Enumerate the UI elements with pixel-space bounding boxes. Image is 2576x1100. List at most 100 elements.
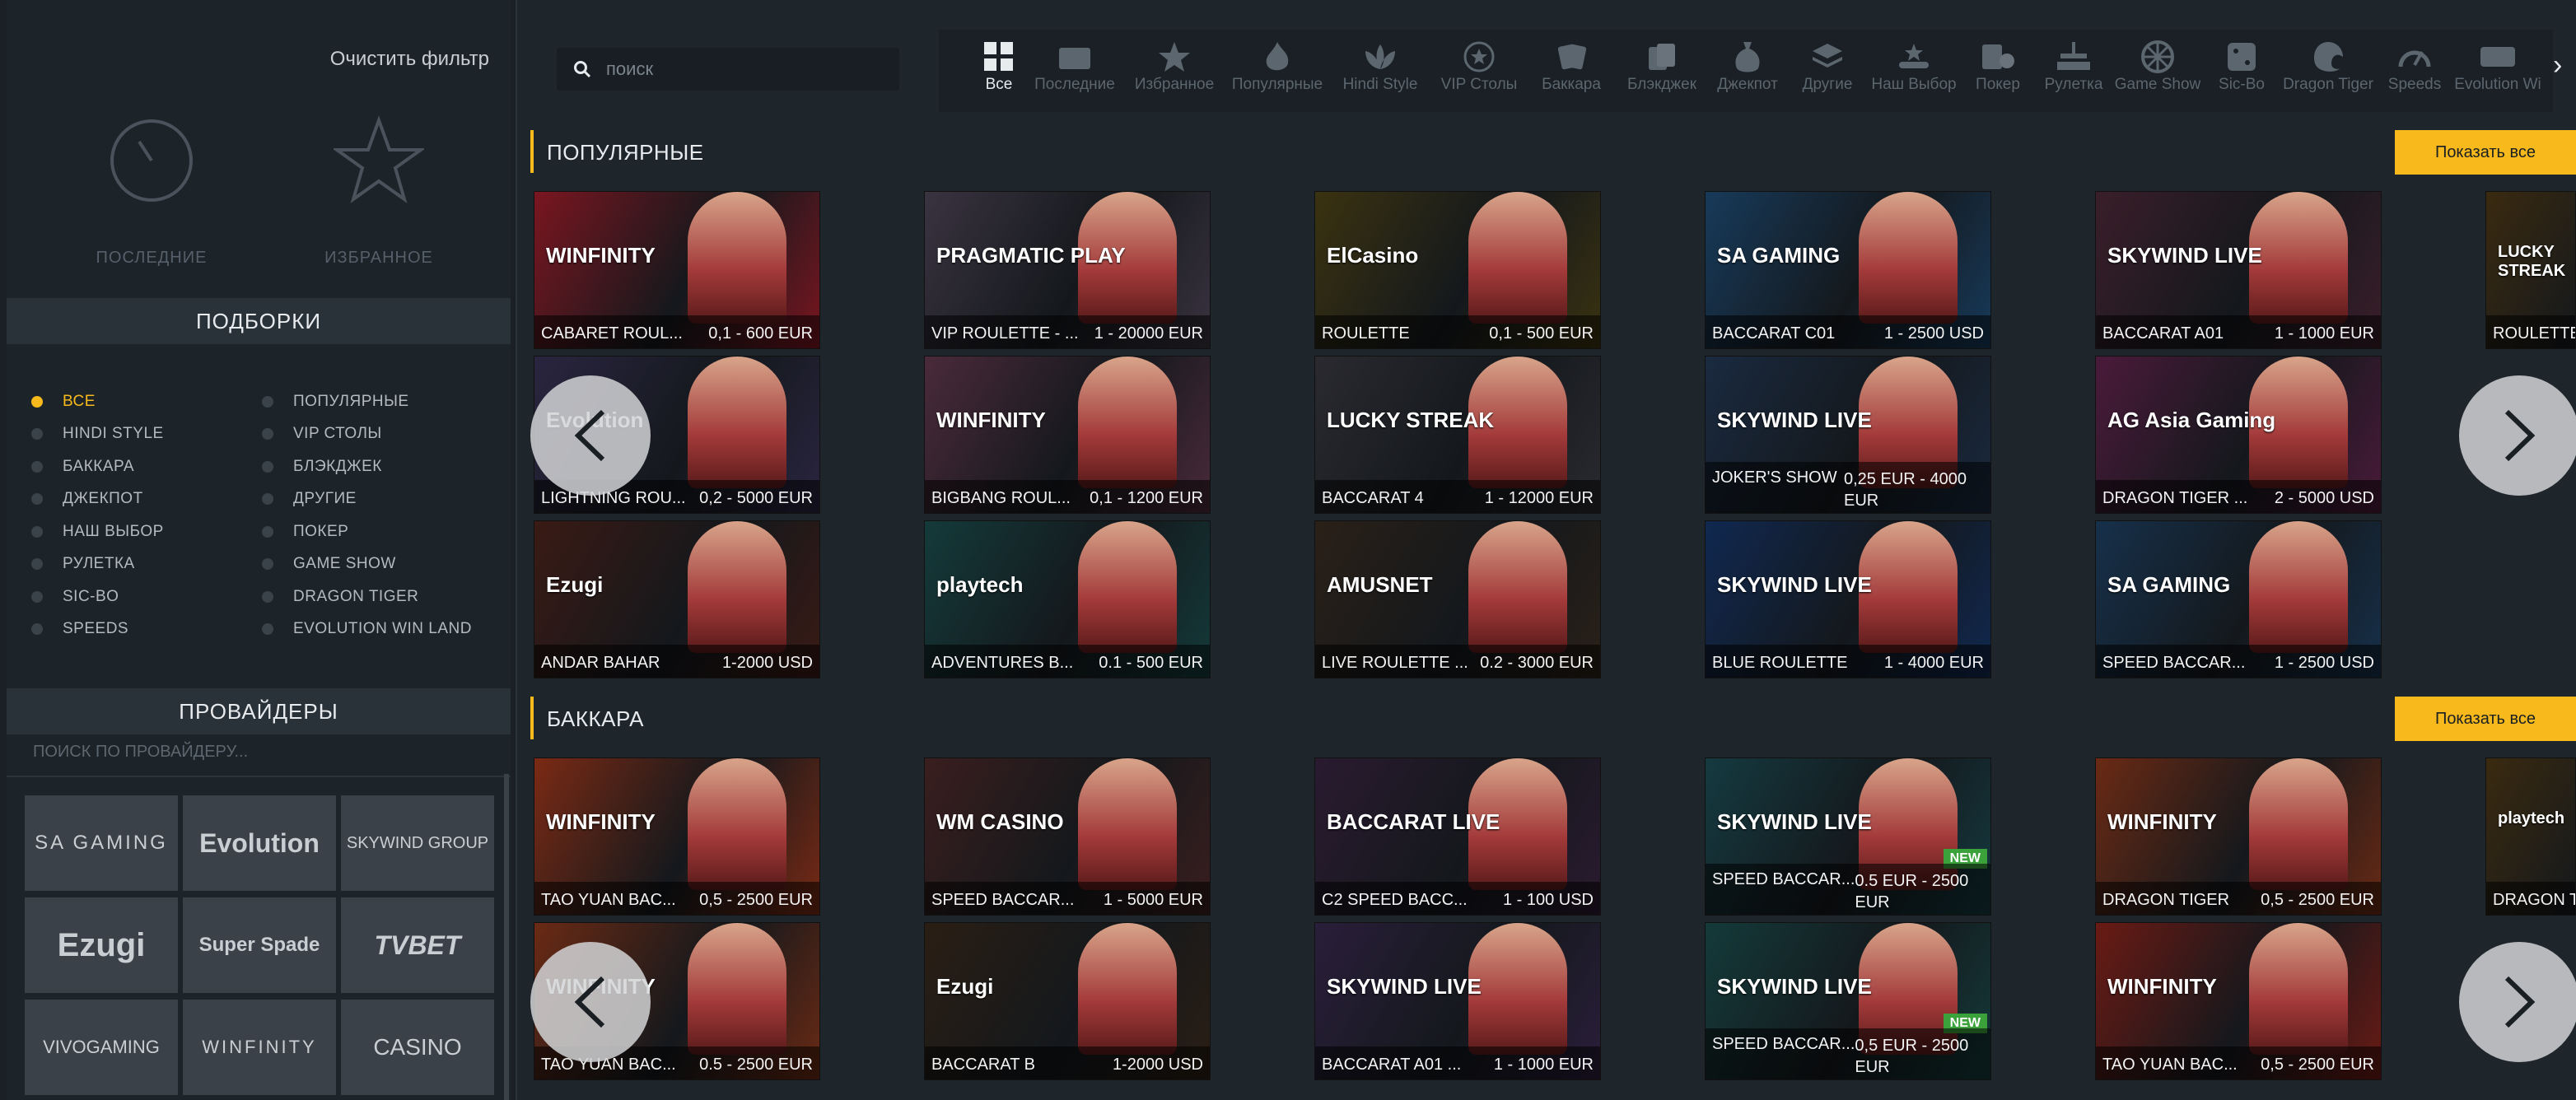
sidebar-scrollbar[interactable]	[504, 774, 509, 1100]
collection-item[interactable]: ПОПУЛЯРНЫЕ	[262, 385, 472, 418]
category-all[interactable]: Все	[972, 30, 1026, 94]
recent-button[interactable]: ПОСЛЕДНИЕ	[69, 115, 234, 268]
game-name: BACCARAT A01 ...	[1322, 1056, 1462, 1074]
game-tile[interactable]: Ezugi ANDAR BAHAR 1-2000 USD	[534, 520, 820, 678]
collection-item[interactable]: VIP СТОЛЫ	[262, 418, 472, 451]
category-evolution-win-land[interactable]: Evolution Wi	[2452, 30, 2543, 94]
provider-tile[interactable]: WINFINITY	[183, 1000, 336, 1095]
category-our-choice[interactable]: Наш Выбор	[1868, 30, 1960, 94]
provider-search-input[interactable]: ПОИСК ПО ПРОВАЙДЕРУ...	[7, 731, 511, 777]
game-name: LIGHTNING ROU...	[541, 489, 686, 507]
collection-item[interactable]: SIC-BO	[31, 580, 164, 613]
collection-item[interactable]: ДЖЕКПОТ	[31, 483, 164, 516]
clear-filter-button[interactable]: Очистить фильтр	[330, 48, 489, 71]
category-hindi-style[interactable]: Hindi Style	[1329, 30, 1431, 94]
game-tile[interactable]: BACCARAT LIVE C2 SPEED BACC... 1 - 100 USD	[1314, 757, 1601, 916]
game-tile[interactable]: SA GAMING BACCARAT C01 1 - 2500 USD	[1705, 191, 1991, 349]
collection-item[interactable]: БАККАРА	[31, 450, 164, 483]
game-tile[interactable]: WINFINITY TAO YUAN BAC... 0,5 - 2500 EUR	[534, 757, 820, 916]
collections-left: ВСЕ HINDI STYLE БАККАРА ДЖЕКПОТ НАШ ВЫБО…	[31, 385, 164, 646]
provider-tile[interactable]: TVBET	[341, 897, 494, 993]
section-title: БАККАРА	[547, 706, 644, 731]
category-baccarat[interactable]: Баккара	[1527, 30, 1616, 94]
game-caption: LIVE ROULETTE ... 0.2 - 3000 EUR	[1315, 645, 1600, 678]
provider-tile[interactable]: Evolution	[183, 795, 336, 891]
provider-tile[interactable]: Ezugi	[25, 897, 178, 993]
collection-item[interactable]: ДРУГИЕ	[262, 483, 472, 516]
collection-item-all[interactable]: ВСЕ	[31, 385, 164, 418]
category-popular[interactable]: Популярные	[1225, 30, 1329, 94]
provider-tile[interactable]: VIVOGAMING	[25, 1000, 178, 1095]
game-tile[interactable]: SKYWIND LIVE BLUE ROULETTE 1 - 4000 EUR	[1705, 520, 1991, 678]
category-game-show[interactable]: Game Show	[2112, 30, 2204, 94]
dot-icon	[262, 623, 273, 636]
show-all-button[interactable]: Показать все	[2395, 697, 2576, 741]
favorites-button[interactable]: ИЗБРАННОЕ	[296, 115, 461, 268]
game-limits: 0,1 - 500 EUR	[1489, 324, 1594, 343]
game-caption: BACCARAT C01 1 - 2500 USD	[1706, 315, 1990, 348]
game-tile[interactable]: SKYWIND LIVE JOKER'S SHOW 0,25 EUR - 4000 …	[1705, 356, 1991, 514]
category-blackjack[interactable]: Блэкджек	[1616, 30, 1708, 94]
game-tile[interactable]: WINFINITY CABARET ROUL... 0,1 - 600 EUR	[534, 191, 820, 349]
collection-item[interactable]: SPEEDS	[31, 613, 164, 646]
collection-item[interactable]: НАШ ВЫБОР	[31, 515, 164, 548]
game-caption: ADVENTURES B... 0.1 - 500 EUR	[925, 645, 1210, 678]
game-tile[interactable]: Ezugi BACCARAT B 1-2000 USD	[924, 922, 1211, 1080]
game-name: BIGBANG ROUL...	[931, 489, 1071, 507]
collection-item[interactable]: HINDI STYLE	[31, 418, 164, 451]
game-tile-peek[interactable]: LUCKY STREAK ROULETTE	[2485, 191, 2576, 349]
game-caption: BACCARAT A01 1 - 1000 EUR	[2096, 315, 2381, 348]
game-tile[interactable]: WINFINITY BIGBANG ROUL... 0,1 - 1200 EUR	[924, 356, 1211, 514]
baccarat-prev-button[interactable]	[530, 942, 651, 1062]
category-speeds[interactable]: Speeds	[2377, 30, 2452, 94]
game-tile[interactable]: WINFINITY TAO YUAN BAC... 0,5 - 2500 EUR	[2095, 922, 2382, 1080]
game-tile[interactable]: ElCasino ROULETTE 0,1 - 500 EUR	[1314, 191, 1601, 349]
fire-icon	[1263, 38, 1291, 76]
category-jackpot[interactable]: Джекпот	[1708, 30, 1787, 94]
collection-item[interactable]: EVOLUTION WIN LAND	[262, 613, 472, 646]
show-all-button[interactable]: Показать все	[2395, 130, 2576, 175]
provider-logo: WINFINITY	[546, 809, 656, 834]
game-tile[interactable]: AG Asia Gaming DRAGON TIGER ... 2 - 5000 U…	[2095, 356, 2382, 514]
game-tile[interactable]: WM CASINO SPEED BACCAR... 1 - 5000 EUR	[924, 757, 1211, 916]
category-vip[interactable]: VIP Столы	[1431, 30, 1527, 94]
dot-icon	[31, 525, 43, 538]
collection-item[interactable]: GAME SHOW	[262, 548, 472, 581]
collection-item[interactable]: БЛЭКДЖЕК	[262, 450, 472, 483]
game-tile[interactable]: PRAGMATIC PLAY VIP ROULETTE - ... 1 - 2000…	[924, 191, 1211, 349]
game-tile[interactable]: SKYWIND LIVE BACCARAT A01 ... 1 - 1000 EUR	[1314, 922, 1601, 1080]
popular-prev-button[interactable]	[530, 375, 651, 496]
category-dragon-tiger[interactable]: Dragon Tiger	[2280, 30, 2377, 94]
category-other[interactable]: Другие	[1787, 30, 1868, 94]
baccarat-next-button[interactable]	[2459, 942, 2576, 1062]
game-caption: SPEED BACCAR... 0,5 EUR - 2500 EUR	[1706, 1028, 1990, 1079]
provider-tile[interactable]: SA GAMING	[25, 795, 178, 891]
collection-item[interactable]: DRAGON TIGER	[262, 580, 472, 613]
category-poker[interactable]: Покер	[1960, 30, 2036, 94]
game-tile[interactable]: LUCKY STREAK BACCARAT 4 1 - 12000 EUR	[1314, 356, 1601, 514]
search-input[interactable]: поиск	[557, 48, 899, 91]
category-favorites[interactable]: Избранное	[1123, 30, 1225, 94]
game-tile-peek[interactable]: playtech DRAGON TI	[2485, 757, 2576, 916]
provider-logo: SA GAMING	[1717, 243, 1841, 268]
category-sic-bo[interactable]: Sic-Bo	[2204, 30, 2280, 94]
collection-item[interactable]: ПОКЕР	[262, 515, 472, 548]
game-tile[interactable]: AMUSNET LIVE ROULETTE ... 0.2 - 3000 EUR	[1314, 520, 1601, 678]
game-tile[interactable]: SKYWIND LIVE BACCARAT A01 1 - 1000 EUR	[2095, 191, 2382, 349]
provider-tile[interactable]: SKYWIND GROUP	[341, 795, 494, 891]
game-tile[interactable]: playtech ADVENTURES B... 0.1 - 500 EUR	[924, 520, 1211, 678]
categories-next-arrow[interactable]: ›	[2553, 49, 2562, 82]
game-tile[interactable]: SKYWIND LIVE NEW SPEED BACCAR... 0.5 EUR - …	[1705, 757, 1991, 916]
popular-next-button[interactable]	[2459, 375, 2576, 496]
category-recent[interactable]: Последние	[1026, 30, 1123, 94]
collection-item[interactable]: РУЛЕТКА	[31, 548, 164, 581]
provider-tile[interactable]: Super Spade	[183, 897, 336, 993]
provider-tile[interactable]: CASINO	[341, 1000, 494, 1095]
game-tile[interactable]: SKYWIND LIVE NEW SPEED BACCAR... 0,5 EUR - …	[1705, 922, 1991, 1080]
game-tile[interactable]: SA GAMING SPEED BACCAR... 1 - 2500 USD	[2095, 520, 2382, 678]
game-limits: 1 - 12000 EUR	[1484, 489, 1594, 507]
game-tile[interactable]: WINFINITY DRAGON TIGER 0,5 - 2500 EUR	[2095, 757, 2382, 916]
category-roulette[interactable]: Рулетка	[2036, 30, 2112, 94]
dot-icon	[262, 395, 273, 408]
dealer-image	[1468, 192, 1567, 324]
